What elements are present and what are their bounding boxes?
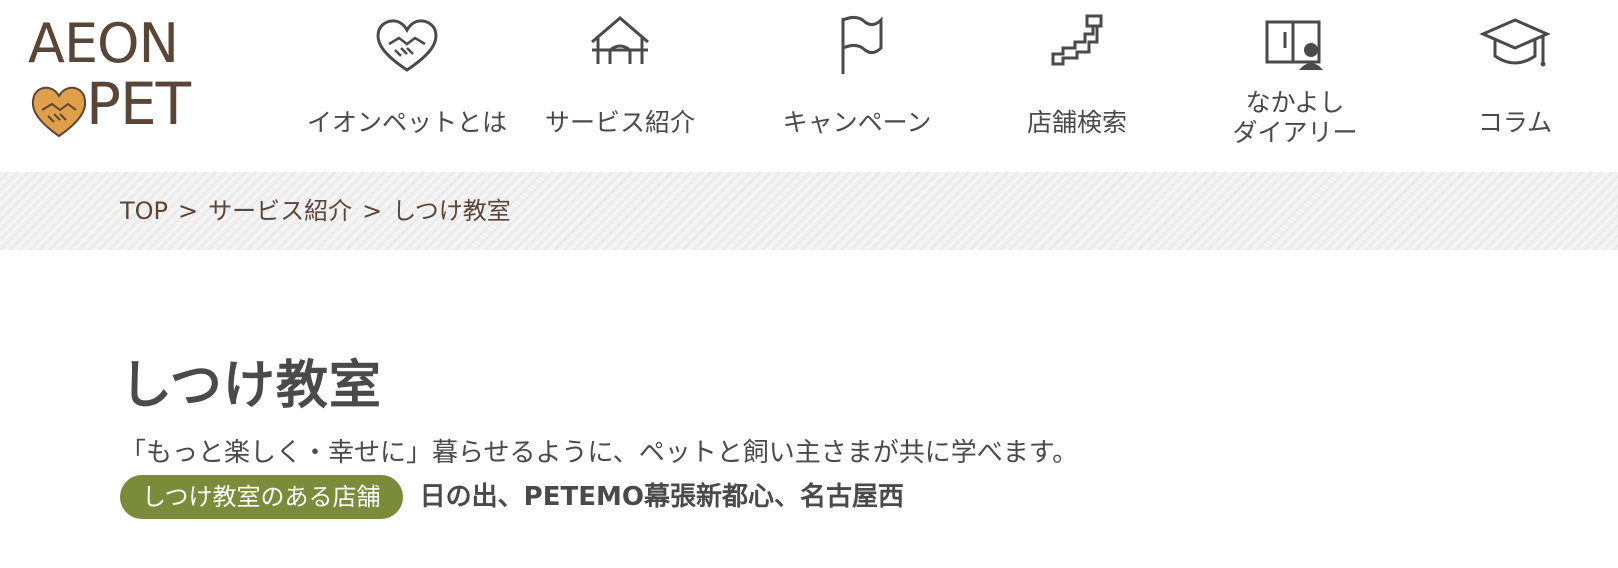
mortarboard-icon: [1479, 18, 1551, 67]
flag-icon: [841, 15, 883, 74]
breadcrumb-current: しつけ教室: [392, 197, 511, 225]
site-header: AEON PET イオンペットとは サービス紹介 キャンペーン 店舗検索 なかよ…: [0, 0, 1618, 172]
nav-item-store-search[interactable]: 店舗検索: [972, 0, 1182, 160]
breadcrumb: TOP > サービス紹介 > しつけ教室: [0, 172, 1618, 250]
handshake-heart-icon: [376, 19, 438, 72]
logo-text-aeon: AEON: [28, 12, 179, 75]
aeon-pet-logo[interactable]: AEON PET: [28, 12, 228, 138]
breadcrumb-link-top[interactable]: TOP: [120, 196, 168, 226]
nav-item-campaign[interactable]: キャンペーン: [752, 0, 962, 160]
nav-item-about[interactable]: イオンペットとは: [302, 0, 512, 160]
nav-label-column: コラム: [1477, 108, 1553, 137]
japan-map-icon: [1051, 14, 1103, 66]
nav-label-services: サービス紹介: [544, 108, 695, 137]
logo-text-pet: PET: [86, 70, 191, 138]
nav-item-diary[interactable]: なかよし ダイアリー: [1190, 0, 1400, 160]
nav-label-diary: なかよし ダイアリー: [1232, 88, 1358, 147]
store-badge: しつけ教室のある店舗: [120, 475, 403, 519]
page-title: しつけ教室: [120, 356, 382, 416]
nav-label-about: イオンペットとは: [306, 108, 507, 137]
house-icon: [591, 16, 649, 64]
breadcrumb-trail: TOP > サービス紹介 > しつけ教室: [120, 196, 511, 226]
breadcrumb-link-services[interactable]: サービス紹介: [208, 196, 352, 226]
store-info: しつけ教室のある店舗 日の出、PETEMO幕張新都心、名古屋西: [120, 475, 904, 519]
nav-label-store-search: 店舗検索: [1026, 108, 1127, 137]
nav-item-services[interactable]: サービス紹介: [515, 0, 725, 160]
page-subtitle: 「もっと楽しく・幸せに」暮らせるように、ペットと飼い主さまが共に学べます。: [120, 438, 1079, 468]
store-list: 日の出、PETEMO幕張新都心、名古屋西: [419, 482, 904, 512]
logo-heart-icon: [31, 86, 87, 138]
nav-label-campaign: キャンペーン: [782, 108, 932, 137]
diary-book-icon: [1265, 20, 1323, 70]
nav-item-column[interactable]: コラム: [1410, 0, 1618, 160]
breadcrumb-separator: >: [362, 197, 383, 225]
breadcrumb-separator: >: [178, 197, 199, 225]
